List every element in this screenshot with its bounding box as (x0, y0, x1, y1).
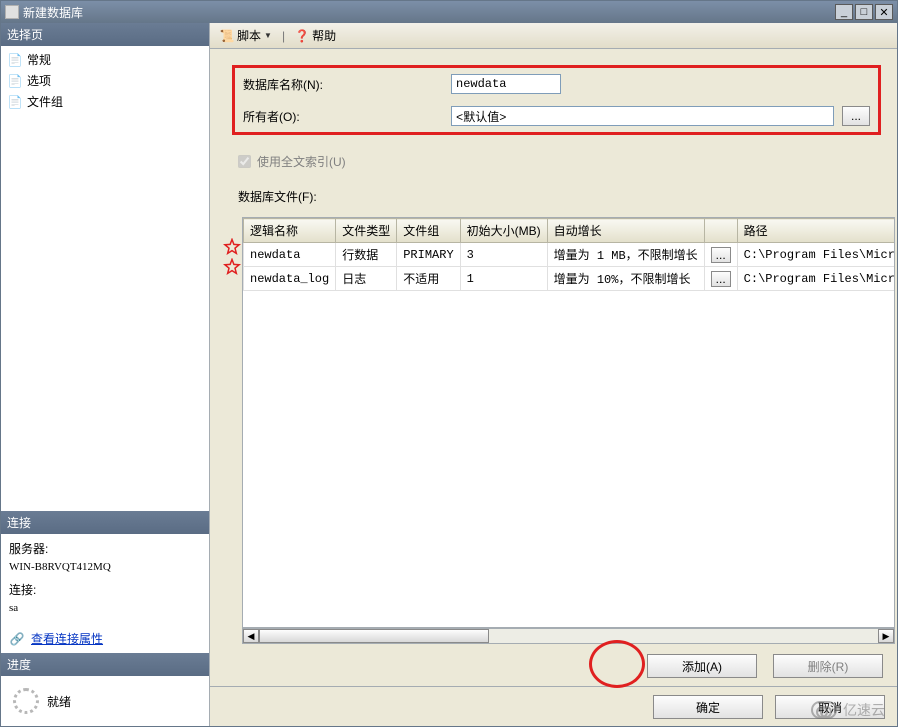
sidebar: 选择页 📄 常规 📄 选项 📄 文件组 连接 服务器: WIN (1, 23, 210, 726)
col-file-type[interactable]: 文件类型 (336, 219, 397, 243)
star-annotation-icon (222, 257, 242, 277)
link-icon: 🔗 (9, 631, 25, 647)
page-icon: 📄 (7, 94, 23, 110)
sidebar-item-filegroups[interactable]: 📄 文件组 (7, 92, 203, 111)
connection-header: 连接 (1, 511, 209, 534)
highlight-circle (589, 640, 645, 688)
conn-label: 连接: (9, 581, 201, 598)
connection-info: 服务器: WIN-B8RVQT412MQ 连接: sa 🔗 查看连接属性 (1, 534, 209, 653)
page-icon: 📄 (7, 73, 23, 89)
sidebar-item-label: 文件组 (27, 93, 63, 110)
owner-input[interactable] (451, 106, 834, 126)
fulltext-label: 使用全文索引(U) (257, 153, 346, 170)
content-pane: 📜 脚本 ▼ | ❓ 帮助 数据库名称(N): (210, 23, 897, 726)
page-icon: 📄 (7, 52, 23, 68)
horizontal-scrollbar[interactable]: ◀ ▶ (242, 628, 895, 644)
cell-initial-size[interactable]: 3 (460, 243, 547, 267)
window-title: 新建数据库 (23, 4, 83, 21)
cell-filegroup[interactable]: PRIMARY (397, 243, 460, 267)
db-name-input[interactable] (451, 74, 561, 94)
help-icon: ❓ (295, 29, 309, 43)
col-initial-size[interactable]: 初始大小(MB) (460, 219, 547, 243)
autogrowth-edit-button[interactable]: ... (711, 247, 731, 263)
toolbar-divider: | (282, 29, 285, 43)
view-connection-properties-link[interactable]: 查看连接属性 (31, 630, 103, 647)
files-table-wrap: 逻辑名称 文件类型 文件组 初始大小(MB) 自动增长 路径 (224, 217, 895, 644)
ready-label: 就绪 (47, 693, 71, 710)
conn-value: sa (9, 602, 201, 614)
select-page-header: 选择页 (1, 23, 209, 46)
cell-filegroup: 不适用 (397, 267, 460, 291)
server-value: WIN-B8RVQT412MQ (9, 561, 201, 573)
cell-file-type: 行数据 (336, 243, 397, 267)
dialog-window: 新建数据库 _ □ ✕ 选择页 📄 常规 📄 选项 📄 文件组 (0, 0, 898, 727)
close-button[interactable]: ✕ (875, 4, 893, 20)
titlebar[interactable]: 新建数据库 _ □ ✕ (1, 1, 897, 23)
scroll-right-button[interactable]: ▶ (878, 629, 894, 643)
dialog-footer: 确定 取消 (210, 686, 897, 726)
sidebar-item-label: 选项 (27, 72, 51, 89)
cell-logical-name[interactable]: newdata_log (244, 267, 336, 291)
cell-path[interactable]: C:\Program Files\Micr (737, 243, 895, 267)
star-annotation-icon (222, 237, 242, 257)
cell-logical-name[interactable]: newdata (244, 243, 336, 267)
scroll-track[interactable] (259, 629, 878, 643)
col-filegroup[interactable]: 文件组 (397, 219, 460, 243)
remove-button: 删除(R) (773, 654, 883, 678)
help-label: 帮助 (312, 27, 336, 44)
fulltext-checkbox-row: 使用全文索引(U) (238, 153, 881, 170)
autogrowth-edit-button[interactable]: ... (711, 271, 731, 287)
cell-autogrowth: 增量为 1 MB，不限制增长 (547, 243, 704, 267)
script-icon: 📜 (220, 29, 234, 43)
cell-file-type: 日志 (336, 267, 397, 291)
cell-initial-size[interactable]: 1 (460, 267, 547, 291)
fulltext-checkbox (238, 155, 251, 168)
script-label: 脚本 (237, 27, 261, 44)
owner-browse-button[interactable]: ... (842, 106, 870, 126)
cell-path[interactable]: C:\Program Files\Micr (737, 267, 895, 291)
owner-label: 所有者(O): (243, 108, 443, 125)
toolbar: 📜 脚本 ▼ | ❓ 帮助 (210, 23, 897, 49)
table-row[interactable]: newdata 行数据 PRIMARY 3 增量为 1 MB，不限制增长 ...… (244, 243, 896, 267)
progress-area: 就绪 (1, 676, 209, 726)
cell-autogrowth: 增量为 10%，不限制增长 (547, 267, 704, 291)
spinner-icon (13, 688, 39, 714)
table-row[interactable]: newdata_log 日志 不适用 1 增量为 10%，不限制增长 ... C… (244, 267, 896, 291)
sidebar-item-label: 常规 (27, 51, 51, 68)
sidebar-item-general[interactable]: 📄 常规 (7, 50, 203, 69)
minimize-button[interactable]: _ (835, 4, 853, 20)
cancel-button[interactable]: 取消 (775, 695, 885, 719)
progress-header: 进度 (1, 653, 209, 676)
chevron-down-icon: ▼ (264, 31, 272, 40)
script-button[interactable]: 📜 脚本 ▼ (216, 25, 276, 46)
help-button[interactable]: ❓ 帮助 (291, 25, 340, 46)
highlight-box: 数据库名称(N): 所有者(O): ... (232, 65, 881, 135)
col-path[interactable]: 路径 (737, 219, 895, 243)
scroll-thumb[interactable] (259, 629, 489, 643)
col-autogrowth[interactable]: 自动增长 (547, 219, 704, 243)
window-icon (5, 5, 19, 19)
col-autogrowth-btn (704, 219, 737, 243)
add-button[interactable]: 添加(A) (647, 654, 757, 678)
files-label: 数据库文件(F): (238, 188, 881, 205)
ok-button[interactable]: 确定 (653, 695, 763, 719)
scroll-left-button[interactable]: ◀ (243, 629, 259, 643)
page-list: 📄 常规 📄 选项 📄 文件组 (1, 46, 209, 117)
maximize-button[interactable]: □ (855, 4, 873, 20)
form-area: 数据库名称(N): 所有者(O): ... (218, 49, 895, 217)
server-label: 服务器: (9, 540, 201, 557)
sidebar-item-options[interactable]: 📄 选项 (7, 71, 203, 90)
col-logical-name[interactable]: 逻辑名称 (244, 219, 336, 243)
db-name-label: 数据库名称(N): (243, 76, 443, 93)
files-table[interactable]: 逻辑名称 文件类型 文件组 初始大小(MB) 自动增长 路径 (242, 217, 895, 628)
